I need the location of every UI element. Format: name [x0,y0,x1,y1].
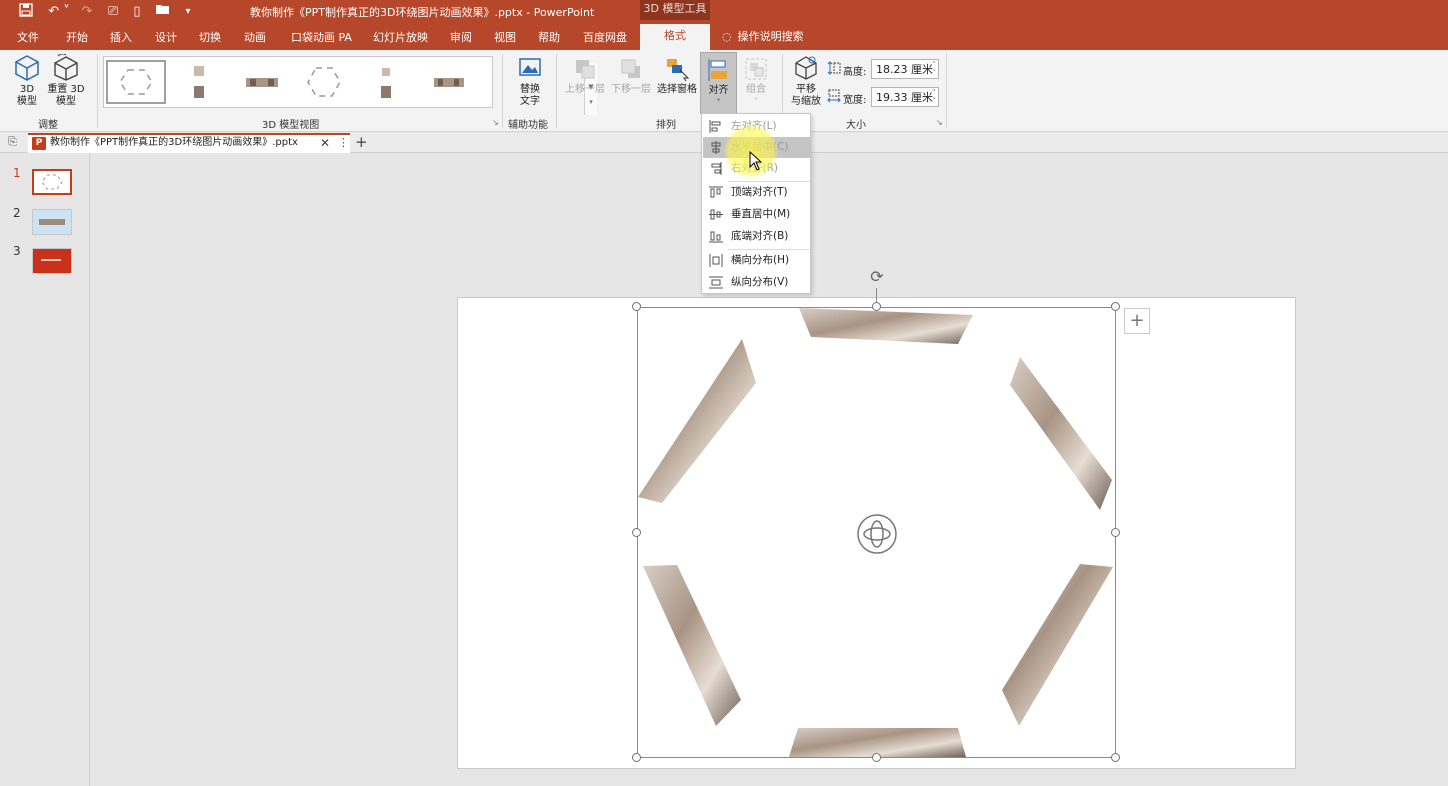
add-layout-icon[interactable]: + [1124,308,1150,334]
resize-handle-ne[interactable] [1111,302,1120,311]
menu-item-label: 垂直居中(M) [731,208,791,220]
align-center-icon [711,141,721,154]
align-dropdown-menu: 左对齐(L) 水平居中(C) 右对齐(R) 顶端对齐(T) 垂直居中(M) 底端… [701,113,811,294]
align-left-icon [709,120,721,133]
resize-handle-s[interactable] [872,753,881,762]
menu-item-label: 横向分布(H) [731,254,790,266]
menu-item-label: 纵向分布(V) [731,276,789,288]
menu-item-label: 底端对齐(B) [731,230,789,242]
resize-handle-e[interactable] [1111,528,1120,537]
resize-handle-sw[interactable] [632,753,641,762]
menu-item-align-left[interactable]: 左对齐(L) [703,116,810,137]
menu-item-distribute-horizontal[interactable]: 横向分布(H) [703,250,810,271]
powerpoint-window: ↶ ˅ ↷ ⎚ ▯ ▾ 教你制作《PPT制作真正的3D环绕图片动画效果》.ppt… [0,0,1448,786]
menu-item-label: 左对齐(L) [731,120,777,132]
distribute-vertical-icon [709,276,723,289]
resize-handle-nw[interactable] [632,302,641,311]
menu-item-align-middle[interactable]: 垂直居中(M) [703,204,810,225]
align-bottom-icon [709,231,723,243]
menu-item-label: 顶端对齐(T) [731,186,788,198]
menu-item-align-top[interactable]: 顶端对齐(T) [703,182,810,203]
resize-handle-w[interactable] [632,528,641,537]
align-right-icon [711,162,722,175]
distribute-horizontal-icon [709,254,723,267]
resize-handle-n[interactable] [872,302,881,311]
align-middle-icon [709,209,723,220]
3d-rotate-icon[interactable] [856,513,898,555]
menu-item-distribute-vertical[interactable]: 纵向分布(V) [703,272,810,293]
mouse-pointer-icon [749,151,763,171]
align-top-icon [709,186,723,198]
resize-handle-se[interactable] [1111,753,1120,762]
rotate-handle-icon[interactable]: ⟳ [866,266,888,288]
menu-item-align-bottom[interactable]: 底端对齐(B) [703,226,810,247]
